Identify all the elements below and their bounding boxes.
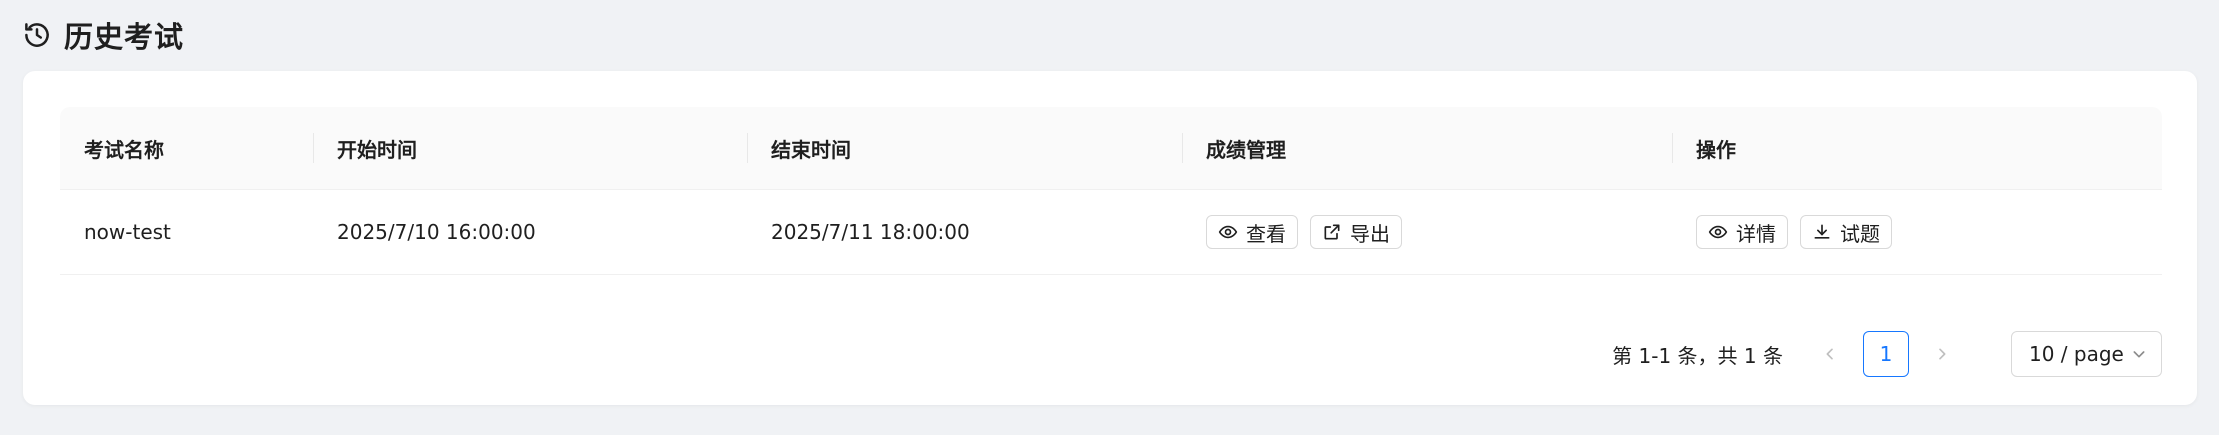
page-header: 历史考试 [22, 14, 184, 56]
table-header: 考试名称 开始时间 结束时间 成绩管理 操作 [60, 107, 2162, 190]
exams-table: 考试名称 开始时间 结束时间 成绩管理 操作 now-test 2025/7/1… [60, 107, 2162, 377]
page-item-current[interactable]: 1 [1863, 331, 1909, 377]
view-scores-label: 查看 [1246, 221, 1286, 246]
view-scores-button[interactable]: 查看 [1206, 215, 1298, 249]
questions-label: 试题 [1840, 221, 1880, 246]
detail-button[interactable]: 详情 [1696, 215, 1788, 249]
export-scores-button[interactable]: 导出 [1310, 215, 1402, 249]
eye-icon [1708, 225, 1728, 239]
table-row: now-test 2025/7/10 16:00:00 2025/7/11 18… [60, 190, 2162, 275]
score-management-cell: 查看 导出 [1182, 215, 1672, 249]
external-link-icon [1324, 224, 1340, 240]
pagination: 第 1-1 条，共 1 条 1 10 / page [1612, 331, 2162, 377]
detail-label: 详情 [1736, 221, 1776, 246]
chevron-right-icon [1939, 348, 1946, 360]
page-size-value: 10 / page [2029, 342, 2124, 366]
next-page-button[interactable] [1919, 331, 1965, 377]
start-time-cell: 2025/7/10 16:00:00 [337, 220, 536, 244]
exam-name-cell: now-test [84, 220, 171, 244]
actions-cell: 详情 试题 [1672, 215, 2162, 249]
chevron-left-icon [1826, 348, 1833, 360]
export-scores-label: 导出 [1350, 221, 1390, 246]
page-size-select[interactable]: 10 / page [2011, 331, 2162, 377]
column-header-start-time: 开始时间 [313, 133, 747, 163]
column-header-exam-name: 考试名称 [84, 137, 164, 162]
column-header-score-management: 成绩管理 [1182, 133, 1672, 163]
column-header-end-time: 结束时间 [747, 133, 1182, 163]
clock-history-icon [25, 23, 49, 47]
history-exams-card: 考试名称 开始时间 结束时间 成绩管理 操作 now-test 2025/7/1… [23, 71, 2197, 405]
page-title: 历史考试 [64, 20, 185, 54]
end-time-cell: 2025/7/11 18:00:00 [771, 220, 970, 244]
pagination-total: 第 1-1 条，共 1 条 [1612, 343, 1783, 368]
prev-page-button[interactable] [1807, 331, 1853, 377]
chevron-down-icon [2133, 351, 2145, 358]
eye-icon [1218, 225, 1238, 239]
questions-button[interactable]: 试题 [1800, 215, 1892, 249]
column-header-actions: 操作 [1672, 133, 2162, 163]
download-icon [1814, 224, 1830, 239]
